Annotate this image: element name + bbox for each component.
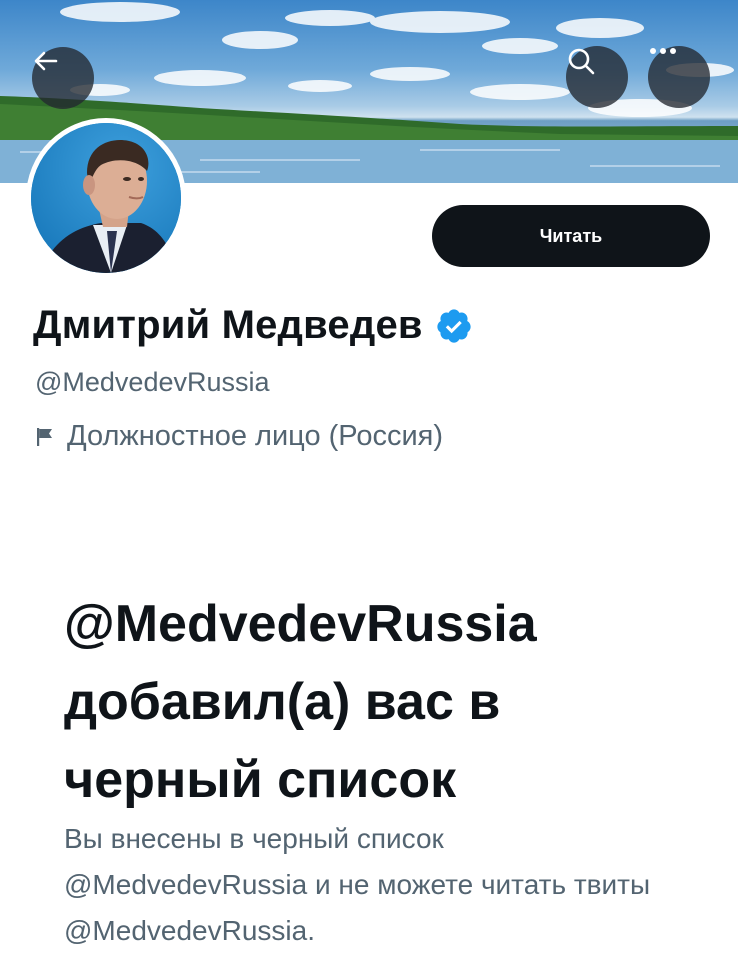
arrow-left-icon	[34, 51, 58, 71]
blocked-title: @MedvedevRussia добавил(а) вас в черный …	[64, 595, 537, 809]
search-icon	[568, 48, 595, 75]
search-button[interactable]	[566, 46, 628, 108]
display-name-text: Дмитрий Медведев	[33, 303, 423, 347]
display-name: Дмитрий Медведев	[33, 303, 473, 348]
category-label: Должностное лицо (Россия)	[67, 420, 444, 452]
profile-category: Должностное лицо (Россия)	[35, 420, 443, 453]
more-horizontal-icon	[650, 48, 676, 54]
user-handle: @MedvedevRussia	[35, 367, 270, 397]
more-options-button[interactable]	[648, 46, 710, 108]
avatar[interactable]	[26, 118, 186, 278]
blocked-description: Вы внесены в черный список @MedvedevRuss…	[64, 823, 651, 946]
avatar-image	[31, 123, 181, 273]
follow-button[interactable]: Читать	[432, 205, 710, 267]
flag-icon	[37, 427, 52, 446]
back-button[interactable]	[32, 47, 94, 109]
verified-badge-icon	[437, 308, 471, 343]
